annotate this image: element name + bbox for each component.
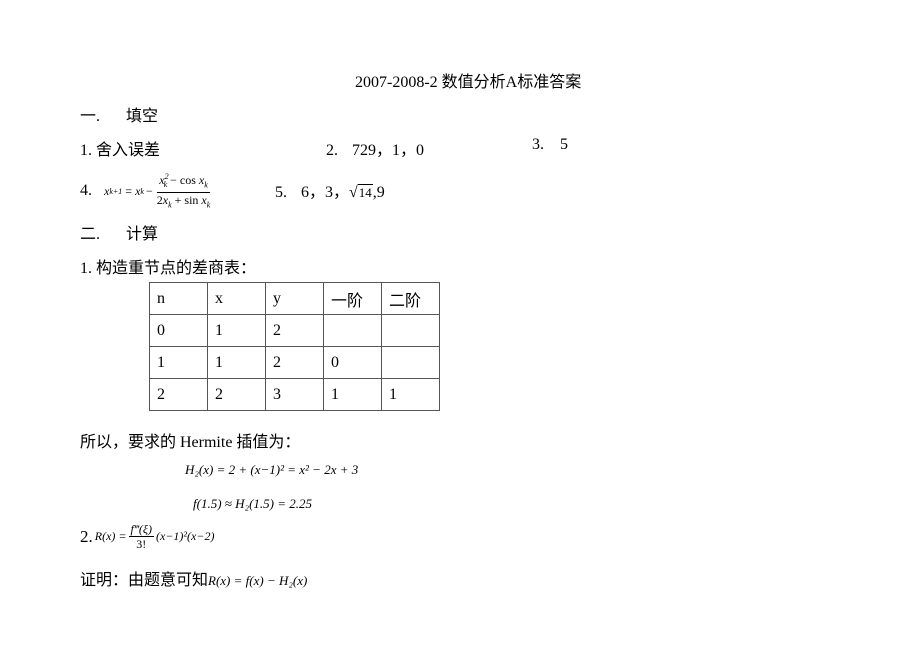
table-cell: 3 — [265, 378, 324, 411]
remainder-denominator: 3! — [136, 537, 147, 551]
section1-title: 填空 — [126, 108, 159, 125]
table-cell: 2 — [149, 378, 208, 411]
fraction-denominator: 2xk + sin xk — [155, 193, 213, 212]
section1-number: 一. — [80, 108, 101, 125]
table-cell — [381, 314, 440, 347]
table-header: n — [149, 282, 208, 315]
hermite-formula: H₂(x) = 2 + (x−1)² = x² − 2x + 3 — [185, 462, 359, 477]
fraction-numerator: x2k − cos xk — [157, 170, 210, 194]
sqrt-icon: √ — [349, 184, 358, 201]
section2-number: 二. — [80, 226, 101, 243]
table-cell — [381, 346, 440, 379]
section2-heading: 二. 计算 — [80, 220, 158, 244]
table-header-row: n x y 一阶 二阶 — [149, 282, 440, 315]
answer-4: 4. x k+1 = xk − x2k − cos xk 2xk + sin xk — [80, 170, 212, 213]
table-cell: 2 — [265, 346, 324, 379]
table-cell: 1 — [381, 378, 440, 411]
table-cell: 0 — [149, 314, 208, 347]
newton-formula: x k+1 = xk − x2k − cos xk 2xk + sin xk — [104, 170, 212, 213]
answer-3-num: 3. — [532, 136, 544, 153]
remainder-factors: (x−1)²(x−2) — [156, 529, 215, 543]
remainder-lhs: R(x) = — [94, 529, 127, 543]
answer-1-text: 舍入误差 — [96, 142, 161, 159]
hermite-evaluation: f(1.5) ≈ H₂(1.5) = 2.25 — [193, 496, 312, 511]
sqrt-argument: 14 — [357, 184, 373, 200]
table-cell: 1 — [149, 346, 208, 379]
den-sub2: k — [206, 200, 211, 210]
den-sub: k — [168, 200, 172, 210]
table-header: 二阶 — [381, 282, 440, 315]
table-cell — [323, 314, 382, 347]
table-row: 1 1 2 0 — [149, 346, 440, 379]
table-cell: 1 — [207, 346, 266, 379]
table-cell: 2 — [207, 378, 266, 411]
divided-difference-table: n x y 一阶 二阶 0 1 2 1 1 2 0 2 2 3 1 1 — [149, 282, 440, 411]
answer-2: 2. 729，1，0 — [326, 136, 424, 160]
answer-3-text: 5 — [560, 136, 568, 153]
question2-remainder: 2. R(x) = f‴(ξ) 3! (x−1)²(x−2) — [80, 522, 214, 551]
sqrt-expression: √14 — [349, 184, 373, 202]
hermite-conclusion: 所以，要求的 Hermite 插值为： — [80, 434, 301, 451]
answer-5-num: 5. — [275, 184, 287, 201]
fraction: x2k − cos xk 2xk + sin xk — [155, 170, 213, 213]
answer-3: 3. 5 — [532, 136, 568, 154]
den-sin: + sin — [174, 193, 202, 208]
answer-5-text: 6，3， — [301, 184, 350, 201]
remainder-numerator: f‴(ξ) — [128, 522, 155, 537]
table-row: 0 1 2 — [149, 314, 440, 347]
table-cell: 1 — [207, 314, 266, 347]
table-header: x — [207, 282, 266, 315]
equals-sign: = — [125, 183, 133, 198]
num-sub2: k — [204, 180, 208, 190]
section1-heading: 一. 填空 — [80, 102, 158, 126]
answer-2-text: 729，1，0 — [352, 142, 425, 159]
table-cell: 1 — [323, 378, 382, 411]
table-header: y — [265, 282, 324, 315]
answer-5: 5. 6，3，√14,9 — [275, 178, 385, 202]
answer-5-tail: ,9 — [372, 184, 385, 201]
num-cos: − cos — [170, 173, 199, 187]
section2-title: 计算 — [126, 226, 159, 243]
num-sub: k — [163, 180, 168, 190]
proof-label: 证明：由题意可知 — [80, 572, 209, 589]
table-row: 2 2 3 1 1 — [149, 378, 440, 411]
table-header: 一阶 — [323, 282, 382, 315]
question1-label: 1. 构造重节点的差商表： — [80, 260, 257, 277]
table-cell: 2 — [265, 314, 324, 347]
proof-line: 证明：由题意可知 R(x) = f(x) − H₂(x) — [80, 566, 307, 590]
answer-2-num: 2. — [326, 142, 338, 159]
proof-formula: R(x) = f(x) − H₂(x) — [208, 573, 308, 588]
minus-sign: − — [145, 183, 153, 198]
formula-lhs-sub: k+1 — [109, 186, 123, 196]
document-title: 2007-2008-2 数值分析A标准答案 — [355, 74, 582, 91]
answer-1: 1. 舍入误差 — [80, 136, 160, 160]
formula-x-sub: k — [140, 186, 144, 196]
table-cell: 0 — [323, 346, 382, 379]
question2-num: 2. — [80, 526, 93, 546]
answer-1-num: 1. — [80, 142, 92, 159]
remainder-fraction: f‴(ξ) 3! — [128, 522, 155, 551]
answer-4-num: 4. — [80, 182, 92, 200]
